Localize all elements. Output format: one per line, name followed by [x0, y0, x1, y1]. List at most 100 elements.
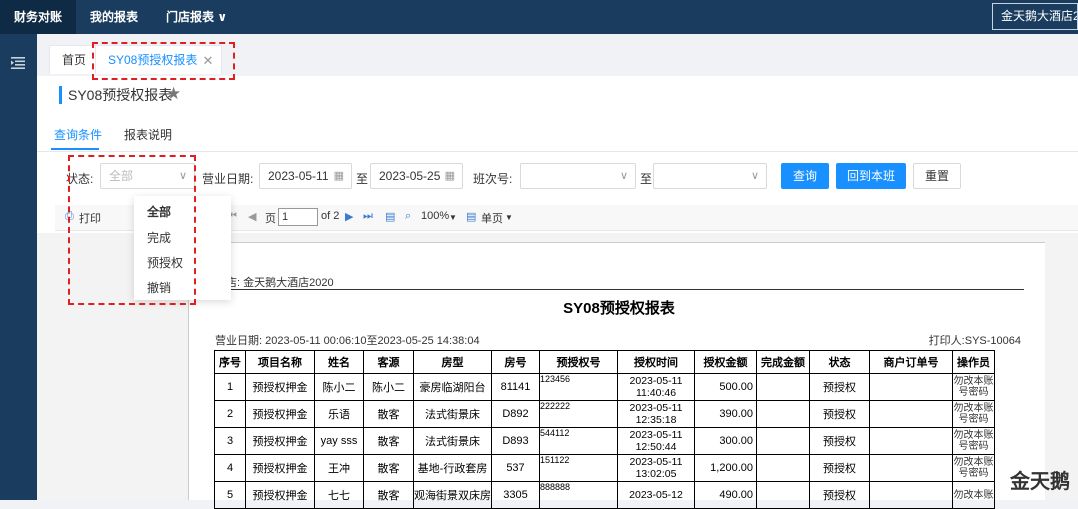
- view-mode-select[interactable]: 单页: [481, 210, 503, 226]
- report-title: SY08预授权报表: [563, 300, 675, 317]
- table-cell: 预授权: [809, 373, 870, 401]
- favorite-star-icon[interactable]: ★: [166, 84, 181, 104]
- report-divider: [214, 289, 1024, 290]
- column-header: 序号: [214, 350, 246, 374]
- table-cell: [869, 400, 953, 428]
- table-row: 3 预授权押金 yay sss 散客 法式街景床 D893 544112 2023-05-11…: [214, 427, 995, 455]
- table-cell: 500.00: [694, 373, 757, 401]
- page-view-icon[interactable]: ▤: [466, 210, 476, 223]
- nav-my-reports[interactable]: 我的报表: [76, 0, 152, 34]
- table-cell: 预授权: [809, 454, 870, 482]
- column-header: 授权金额: [694, 350, 757, 374]
- table-cell: 散客: [363, 454, 414, 482]
- prev-page-icon[interactable]: ◀: [248, 210, 256, 223]
- date-from-value: 2023-05-11: [268, 169, 329, 183]
- date-range-separator: 至: [356, 172, 369, 186]
- subtab-query-conditions[interactable]: 查询条件: [54, 126, 102, 143]
- watermark: 金天鹅: [1010, 471, 1070, 493]
- column-header: 房型: [413, 350, 492, 374]
- bizdate-label: 营业日期:: [202, 172, 254, 186]
- table-cell: 王冲: [314, 454, 364, 482]
- nav-store-reports[interactable]: 门店报表 ∨: [152, 0, 241, 34]
- calendar-icon: ▦: [444, 170, 455, 182]
- table-cell: 5: [214, 481, 246, 509]
- table-cell: 观海街景双床房: [413, 481, 492, 509]
- table-cell: 2023-05-11 12:35:18: [617, 400, 695, 428]
- table-cell: 陈小二: [363, 373, 414, 401]
- chevron-down-icon: ∨: [619, 170, 628, 182]
- nav-finance-reconciliation[interactable]: 财务对账: [0, 0, 77, 34]
- table-cell: 1,200.00: [694, 454, 757, 482]
- table-cell: 2023-05-11 13:02:05: [617, 454, 695, 482]
- report-table-body: 1 预授权押金 陈小二 陈小二 豪房临湖阳台 81141 123456 2023-05-11 …: [214, 373, 995, 509]
- menu-collapse-icon[interactable]: [11, 57, 25, 69]
- last-page-icon[interactable]: ⏭: [363, 210, 373, 223]
- shift-to-select[interactable]: ∨: [653, 163, 767, 189]
- table-cell: 预授权押金: [245, 427, 315, 455]
- query-button[interactable]: 查询: [781, 163, 829, 189]
- chevron-down-icon: ▼: [449, 213, 457, 222]
- table-cell: 预授权押金: [245, 481, 315, 509]
- top-navbar: 财务对账 我的报表 门店报表 ∨ 金天鹅大酒店20: [0, 0, 1078, 34]
- report-table: 序号 项目名称 姓名 客源 房型 房号 预授权号 授权时间 授权金额 完成金额 …: [214, 350, 995, 509]
- export-icon[interactable]: ▤: [385, 210, 395, 223]
- table-cell: 123456: [539, 373, 618, 401]
- shift-label: 班次号:: [473, 172, 513, 186]
- table-row: 1 预授权押金 陈小二 陈小二 豪房临湖阳台 81141 123456 2023-05-11 …: [214, 373, 995, 401]
- report-printer: 打印人:SYS-10064: [928, 335, 1021, 347]
- table-cell: 法式街景床: [413, 400, 492, 428]
- table-cell: 乐语: [314, 400, 364, 428]
- column-header: 授权时间: [617, 350, 695, 374]
- table-cell: 法式街景床: [413, 427, 492, 455]
- table-row: 5 预授权押金 七七 散客 观海街景双床房 3305 888888 2023-05-12 490…: [214, 481, 995, 509]
- reset-button[interactable]: 重置: [913, 163, 961, 189]
- next-page-icon[interactable]: ▶: [345, 210, 353, 223]
- table-cell: 勿改本账号密码: [952, 373, 995, 401]
- table-cell: 预授权: [809, 481, 870, 509]
- table-row: 4 预授权押金 王冲 散客 基地-行政套房 537 151122 2023-05-11 13:…: [214, 454, 995, 482]
- active-subtab-indicator: [51, 148, 99, 150]
- table-cell: 散客: [363, 481, 414, 509]
- table-cell: 300.00: [694, 427, 757, 455]
- column-header: 客源: [363, 350, 414, 374]
- table-cell: 勿改本账号密码: [952, 400, 995, 428]
- column-header: 项目名称: [245, 350, 315, 374]
- column-header: 房号: [491, 350, 540, 374]
- page-title: SY08预授权报表: [59, 86, 172, 104]
- table-cell: 3: [214, 427, 246, 455]
- table-cell: 2023-05-11 11:40:46: [617, 373, 695, 401]
- table-cell: [869, 373, 953, 401]
- table-cell: 2023-05-12: [617, 481, 695, 509]
- annotation-box-status: [68, 155, 196, 305]
- table-cell: 预授权押金: [245, 400, 315, 428]
- table-cell: 1: [214, 373, 246, 401]
- table-cell: 七七: [314, 481, 364, 509]
- date-from-field[interactable]: 2023-05-11 ▦: [259, 163, 352, 189]
- table-cell: [869, 481, 953, 509]
- subtab-report-description[interactable]: 报表说明: [124, 126, 172, 143]
- table-cell: 预授权: [809, 400, 870, 428]
- chevron-down-icon: ▼: [505, 213, 513, 222]
- page-number-input[interactable]: 1: [278, 208, 318, 226]
- date-to-field[interactable]: 2023-05-25 ▦: [370, 163, 463, 189]
- date-to-value: 2023-05-25: [379, 169, 441, 183]
- shift-range-separator: 至: [640, 172, 653, 186]
- back-to-shift-button[interactable]: 回到本班: [836, 163, 906, 189]
- column-header: 姓名: [314, 350, 364, 374]
- table-cell: [869, 454, 953, 482]
- chevron-down-icon: ∨: [750, 170, 759, 182]
- table-cell: 3305: [491, 481, 540, 509]
- zoom-select[interactable]: 100%: [421, 210, 449, 222]
- table-cell: 81141: [491, 373, 540, 401]
- report-store: 门店: 金天鹅大酒店2020: [215, 277, 334, 289]
- shift-from-select[interactable]: ∨: [520, 163, 636, 189]
- hotel-selector[interactable]: 金天鹅大酒店20: [992, 3, 1078, 30]
- table-cell: 390.00: [694, 400, 757, 428]
- table-cell: 预授权押金: [245, 454, 315, 482]
- left-sidebar: [0, 34, 37, 500]
- table-cell: 544112: [539, 427, 618, 455]
- table-cell: 2: [214, 400, 246, 428]
- zoom-icon[interactable]: ⌕: [405, 210, 411, 223]
- table-cell: 537: [491, 454, 540, 482]
- column-header: 状态: [809, 350, 870, 374]
